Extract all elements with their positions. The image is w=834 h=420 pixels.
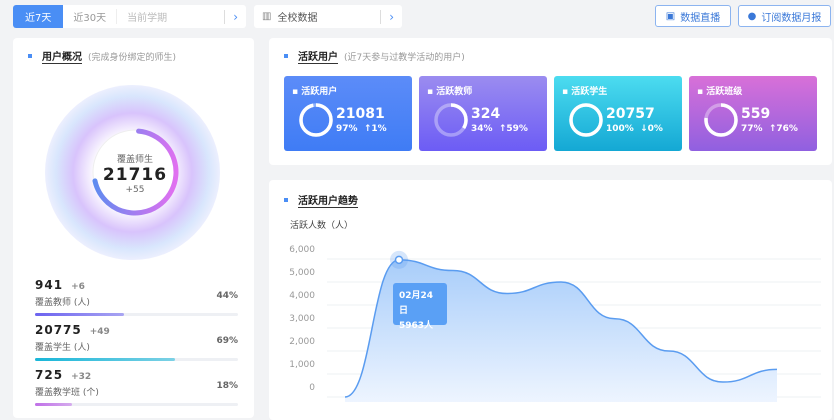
row-value: 725 xyxy=(35,368,64,382)
row-delta: +49 xyxy=(89,327,110,337)
tab-30days[interactable]: 近30天 xyxy=(63,9,118,24)
data-point[interactable] xyxy=(613,317,617,321)
y-tick-label: 0 xyxy=(309,383,315,393)
progress-bar xyxy=(35,403,238,406)
y-tick-label: 4,000 xyxy=(289,291,315,301)
data-point[interactable] xyxy=(451,269,455,273)
y-tick-label: 3,000 xyxy=(289,314,315,324)
active-stat-card[interactable]: ▪ 活跃班级 559 77% ↑76% xyxy=(689,76,817,151)
wechat-icon: ● xyxy=(747,10,757,22)
card-percent: 100% ↓0% xyxy=(606,124,663,134)
active-stat-card[interactable]: ▪ 活跃学生 20757 100% ↓0% xyxy=(554,76,682,151)
row-label: 覆盖学生 (人) xyxy=(35,343,90,353)
tooltip-value: 5963人 xyxy=(399,321,434,331)
subscribe-label: 订阅数据月报 xyxy=(761,12,822,24)
progress-fill xyxy=(35,403,72,406)
card-ring xyxy=(704,103,738,137)
row-delta: +6 xyxy=(71,282,85,292)
chart-tooltip: 02月24日 5963人 xyxy=(393,283,447,331)
data-point[interactable] xyxy=(505,292,509,296)
coverage-row: 20775 +49 覆盖学生 (人) 69% xyxy=(35,319,238,361)
card-value: 20757 xyxy=(606,106,655,122)
card-label: ▪ 活跃班级 xyxy=(697,87,743,97)
card-label: ▪ 活跃用户 xyxy=(292,87,338,97)
row-label: 覆盖教师 (人) xyxy=(35,298,90,308)
scope-label: 全校数据 xyxy=(277,13,318,24)
ring-value: 21716 xyxy=(102,165,168,185)
progress-bar xyxy=(35,313,238,316)
card-label: ▪ 活跃教师 xyxy=(427,87,473,97)
card-percent: 97% ↑1% xyxy=(336,124,387,134)
active-title: 活跃用户 (近7天参与过教学活动的用户) xyxy=(284,48,465,64)
subscribe-report-button[interactable]: ● 订阅数据月报 xyxy=(738,5,831,27)
date-range-selector: 近7天 近30天 当前学期 › xyxy=(13,5,246,28)
tab-7days[interactable]: 近7天 xyxy=(13,5,64,28)
data-point[interactable] xyxy=(343,395,347,399)
y-tick-label: 6,000 xyxy=(289,245,315,255)
building-icon: ▥ xyxy=(262,11,272,22)
data-point[interactable] xyxy=(775,367,779,371)
ring-label: 覆盖师生 xyxy=(116,155,153,165)
card-value: 559 xyxy=(741,106,771,122)
progress-fill xyxy=(35,313,125,316)
tooltip-date: 02月24日 xyxy=(399,291,434,316)
data-point[interactable] xyxy=(559,280,563,284)
card-ring xyxy=(569,103,603,137)
y-tick-label: 1,000 xyxy=(289,360,315,370)
ring-delta: +55 xyxy=(125,185,145,195)
progress-bar xyxy=(35,358,238,361)
scope-select[interactable]: ▥ 全校数据 › xyxy=(254,5,402,28)
monitor-icon: ▣ xyxy=(665,10,676,22)
card-ring xyxy=(299,103,333,137)
data-point[interactable] xyxy=(394,255,404,265)
active-stat-card[interactable]: ▪ 活跃用户 21081 97% ↑1% xyxy=(284,76,412,151)
row-delta: +32 xyxy=(71,372,92,382)
row-value: 941 xyxy=(35,278,64,292)
y-tick-label: 5,000 xyxy=(289,268,315,278)
trend-chart: 6,000 5,000 4,000 3,000 2,000 1,000 0 xyxy=(289,245,821,402)
progress-fill xyxy=(35,358,176,361)
coverage-row: 941 +6 覆盖教师 (人) 44% xyxy=(35,274,238,316)
overview-title: 用户概况 (完成身份绑定的师生) xyxy=(28,48,176,64)
row-percent: 69% xyxy=(216,336,238,346)
card-percent: 77% ↑76% xyxy=(741,124,798,134)
live-label: 数据直播 xyxy=(680,12,721,24)
y-tick-label: 2,000 xyxy=(289,337,315,347)
card-label: ▪ 活跃学生 xyxy=(562,87,608,97)
term-select[interactable]: 当前学期 xyxy=(117,9,177,24)
row-percent: 44% xyxy=(216,291,238,301)
card-percent: 34% ↑59% xyxy=(471,124,528,134)
card-value: 324 xyxy=(471,106,501,122)
row-percent: 18% xyxy=(216,381,238,391)
active-stat-card[interactable]: ▪ 活跃教师 324 34% ↑59% xyxy=(419,76,547,151)
live-data-button[interactable]: ▣ 数据直播 xyxy=(655,5,731,27)
chevron-right-icon[interactable]: › xyxy=(380,9,394,24)
row-label: 覆盖教学班 (个) xyxy=(35,388,99,398)
chevron-right-icon[interactable]: › xyxy=(224,9,238,24)
card-value: 21081 xyxy=(336,106,385,122)
coverage-row: 725 +32 覆盖教学班 (个) 18% xyxy=(35,364,238,406)
card-ring xyxy=(434,103,468,137)
data-point[interactable] xyxy=(721,380,725,384)
data-point[interactable] xyxy=(667,349,671,353)
row-value: 20775 xyxy=(35,323,82,337)
